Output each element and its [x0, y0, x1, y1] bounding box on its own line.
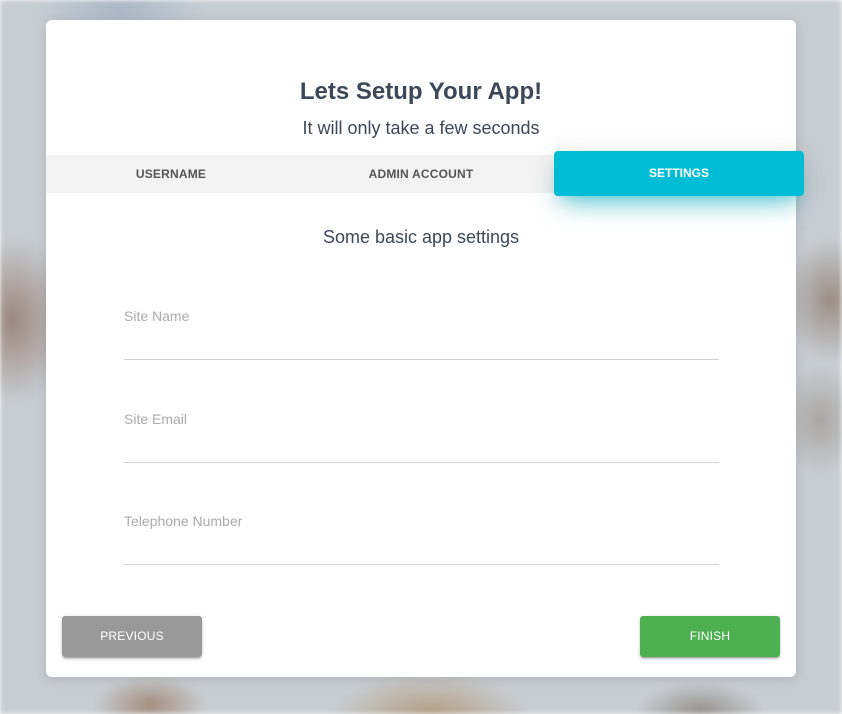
previous-button[interactable]: PREVIOUS — [62, 616, 202, 657]
site-email-input[interactable] — [124, 433, 719, 463]
site-name-label: Site Name — [124, 308, 190, 324]
tab-settings[interactable]: SETTINGS — [554, 151, 804, 196]
site-name-input[interactable] — [124, 330, 719, 360]
telephone-input[interactable] — [124, 535, 719, 565]
site-email-field-group: Site Email — [124, 411, 719, 471]
wizard-title: Lets Setup Your App! — [299, 78, 543, 105]
telephone-field-group: Telephone Number — [124, 513, 719, 573]
finish-button[interactable]: FINISH — [640, 616, 780, 657]
tab-username[interactable]: USERNAME — [46, 155, 296, 193]
wizard-subtitle: It will only take a few seconds — [302, 118, 540, 138]
telephone-label: Telephone Number — [124, 513, 243, 529]
tab-admin-account[interactable]: ADMIN ACCOUNT — [296, 155, 546, 193]
site-name-field-group: Site Name — [124, 308, 719, 368]
site-email-label: Site Email — [124, 411, 188, 427]
settings-heading: Some basic app settings — [322, 227, 520, 247]
setup-wizard-card: Lets Setup Your App! It will only take a… — [46, 20, 804, 677]
